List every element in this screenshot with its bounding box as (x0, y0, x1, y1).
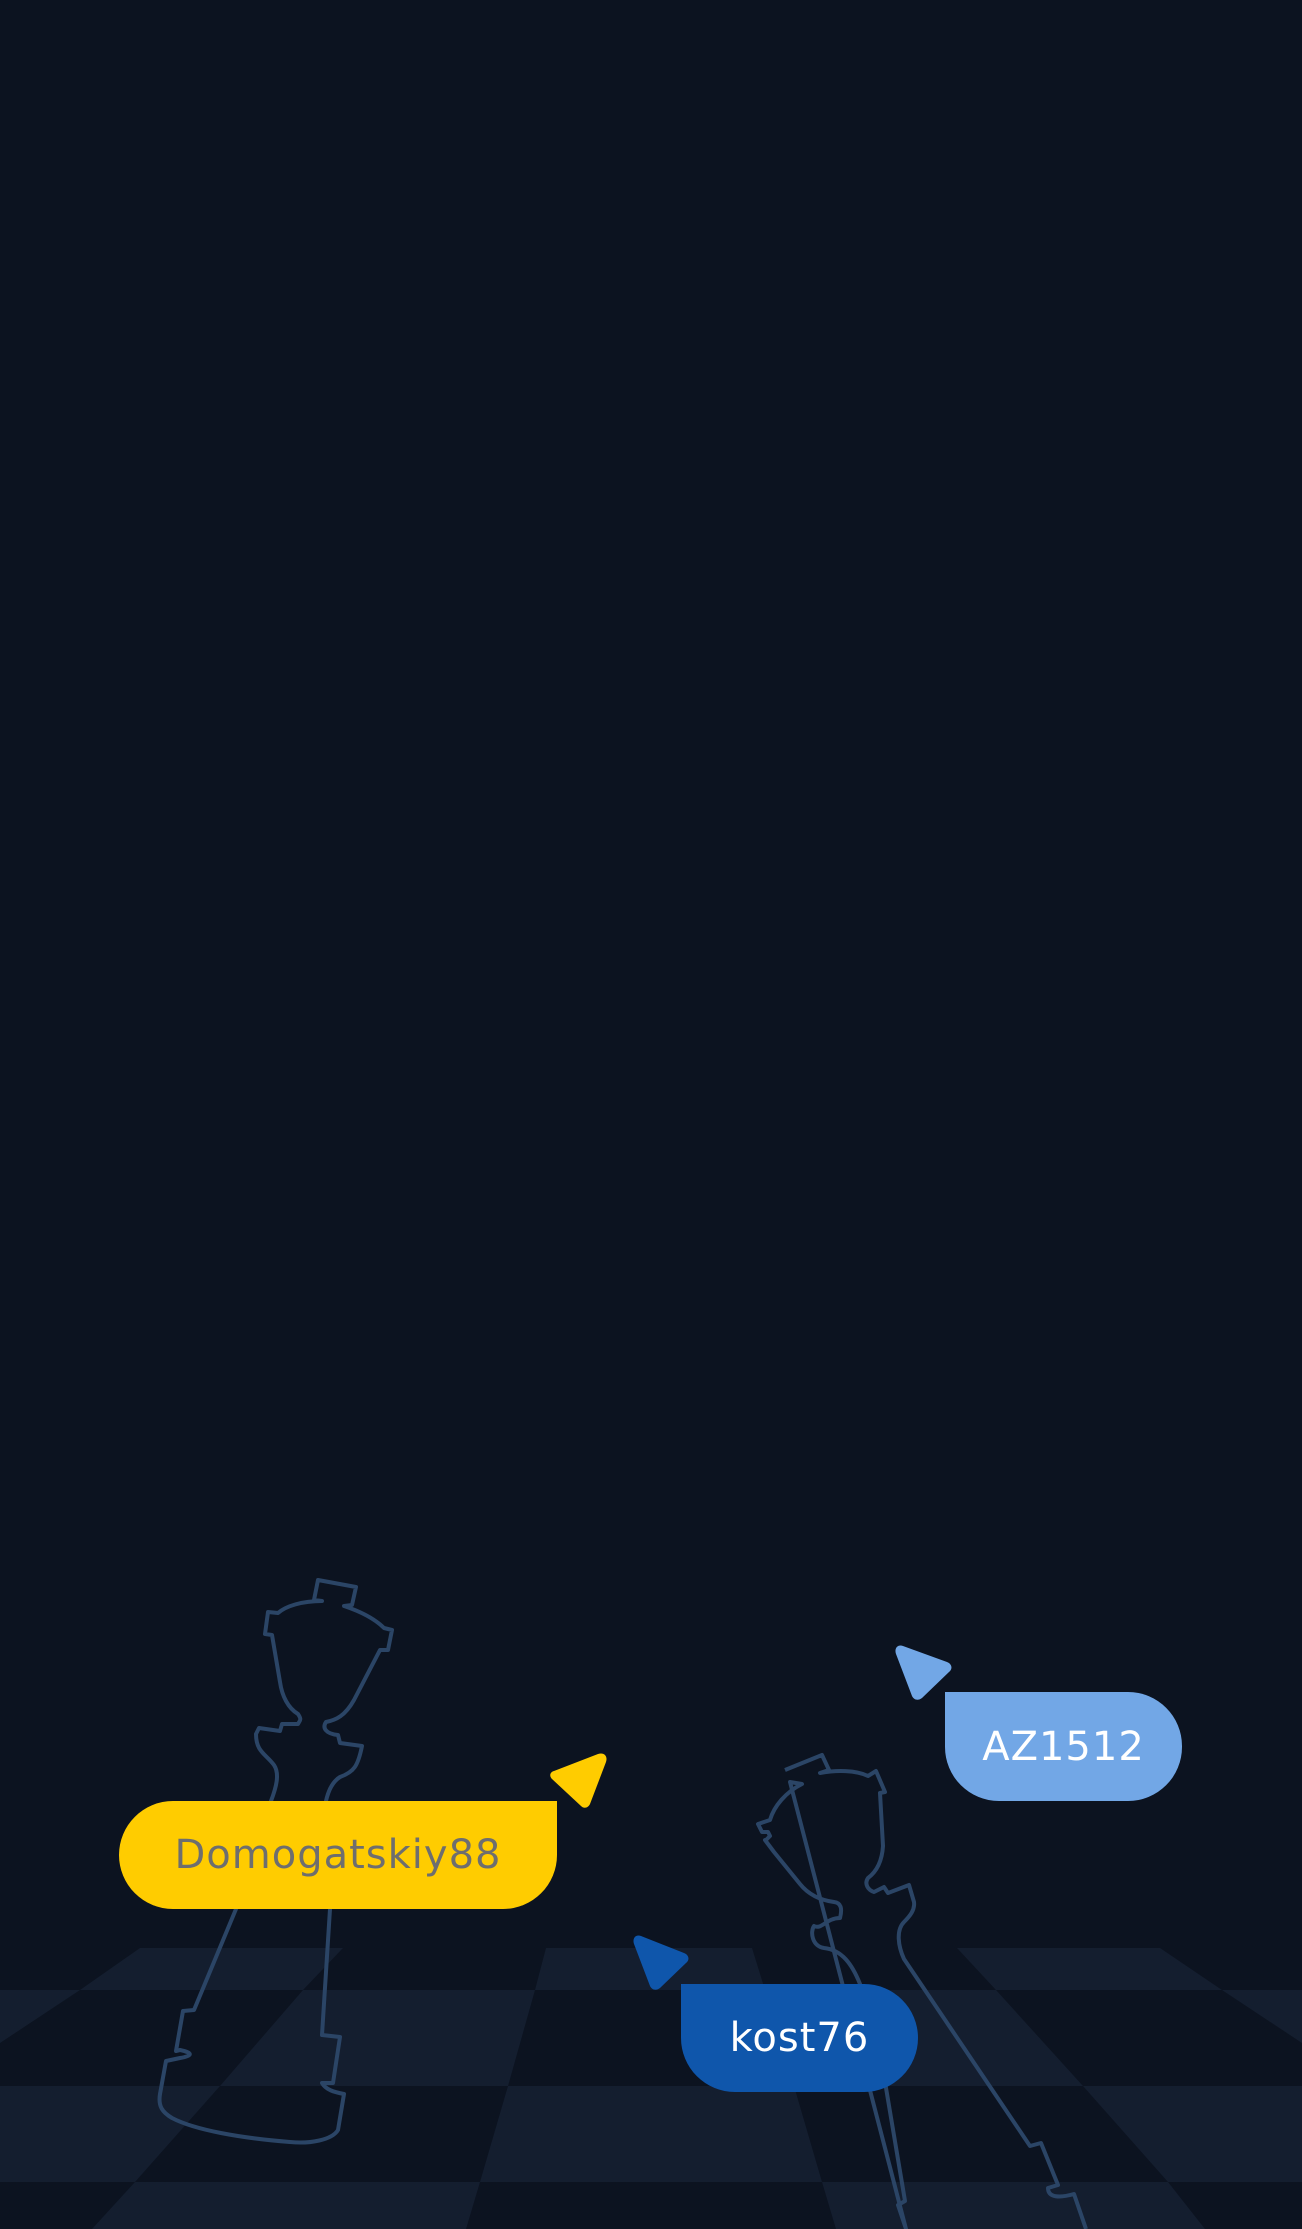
player-tag-domogatskiy88: Domogatskiy88 (119, 1801, 557, 1909)
board-square (92, 2182, 480, 2229)
player-tag-kost76: kost76 (681, 1984, 918, 2092)
player-tag-az1512: AZ1512 (945, 1692, 1182, 1801)
board-square (957, 1948, 1222, 1990)
board-square (1222, 1990, 1302, 2043)
board-square (0, 1990, 80, 2043)
player-name: kost76 (729, 2015, 870, 2061)
game-screen: Domogatskiy88 AZ1512 kost76 (0, 0, 1302, 2229)
board-square (0, 2086, 220, 2182)
player-name: Domogatskiy88 (174, 1832, 502, 1878)
board-square (1083, 2086, 1302, 2182)
pointer-arrow-icon (895, 1645, 952, 1700)
chess-board (0, 1948, 1302, 2229)
player-name: AZ1512 (982, 1723, 1145, 1770)
board-square (822, 2182, 1205, 2229)
board-square (220, 1990, 535, 2086)
board-square (480, 2086, 822, 2182)
pointer-arrow-icon (550, 1753, 607, 1808)
